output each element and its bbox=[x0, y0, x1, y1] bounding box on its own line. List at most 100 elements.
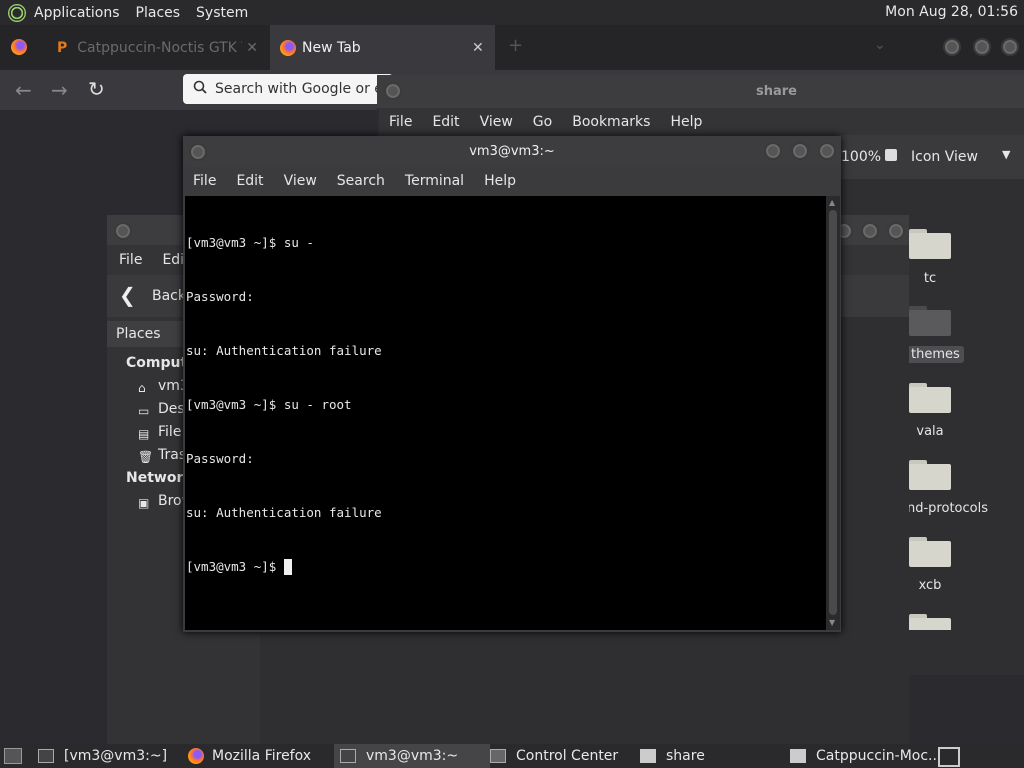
firefox-tab-icon bbox=[280, 39, 296, 56]
close-button[interactable] bbox=[1001, 38, 1019, 56]
task-label: vm3@vm3:~ bbox=[366, 748, 459, 764]
menu-search[interactable]: Search bbox=[327, 173, 395, 189]
task-catppuccin[interactable]: Catppuccin-Moc... bbox=[790, 744, 941, 768]
desktop-icon: ▭ bbox=[138, 404, 150, 418]
system-menu[interactable]: System bbox=[188, 5, 256, 21]
tab-label: Catppuccin-Noctis GTK Th bbox=[77, 39, 243, 56]
close-button[interactable] bbox=[818, 142, 836, 160]
firefox-icon[interactable] bbox=[11, 39, 27, 55]
menu-edit[interactable]: Edit bbox=[422, 114, 469, 130]
tab-new-tab[interactable]: New Tab ✕ bbox=[270, 25, 495, 70]
task-share[interactable]: share bbox=[640, 744, 705, 768]
terminal-line: [vm3@vm3 ~]$ su - root bbox=[186, 397, 352, 412]
menu-file[interactable]: File bbox=[183, 173, 226, 189]
folder-label-xcb[interactable]: xcb bbox=[909, 578, 951, 593]
task-terminal-active[interactable]: vm3@vm3:~ bbox=[334, 744, 490, 768]
applications-menu[interactable]: Applications bbox=[26, 5, 128, 21]
sidebar-item-trash[interactable]: Tras bbox=[158, 447, 186, 463]
maximize-button[interactable] bbox=[861, 222, 879, 240]
network-icon: ▣ bbox=[138, 496, 150, 510]
top-panel: Applications Places System Mon Aug 28, 0… bbox=[0, 0, 1024, 25]
scroll-down-icon[interactable]: ▼ bbox=[829, 618, 835, 627]
task-label: [vm3@vm3:~] bbox=[64, 748, 168, 764]
share-titlebar[interactable]: share bbox=[377, 75, 1024, 108]
reload-icon[interactable]: ↻ bbox=[88, 77, 105, 101]
folder-label-vala[interactable]: vala bbox=[909, 424, 951, 439]
sidebar-item-filesystem[interactable]: File bbox=[158, 424, 181, 440]
view-mode-select[interactable]: Icon View bbox=[911, 149, 978, 165]
minimize-button[interactable] bbox=[943, 38, 961, 56]
close-button[interactable] bbox=[887, 222, 905, 240]
places-menu[interactable]: Places bbox=[128, 5, 189, 21]
back-button[interactable]: Back bbox=[152, 288, 186, 304]
folder-icon[interactable] bbox=[909, 535, 951, 567]
folder-icon[interactable] bbox=[909, 381, 951, 413]
terminal-line: su: Authentication failure bbox=[186, 343, 382, 358]
list-tabs-icon[interactable]: ⌄ bbox=[874, 37, 886, 53]
task-terminal-1[interactable]: [vm3@vm3:~] bbox=[38, 744, 167, 768]
menu-help[interactable]: Help bbox=[660, 114, 712, 130]
terminal-scrollbar[interactable]: ▲ ▼ bbox=[826, 196, 840, 630]
task-label: Control Center bbox=[516, 748, 619, 764]
places-label: Places bbox=[116, 326, 161, 342]
task-firefox[interactable]: Mozilla Firefox bbox=[188, 744, 311, 768]
close-tab-icon[interactable]: ✕ bbox=[246, 40, 258, 56]
url-placeholder: Search with Google or ent bbox=[215, 81, 393, 97]
maximize-button[interactable] bbox=[973, 38, 991, 56]
url-bar[interactable]: Search with Google or ent bbox=[183, 74, 393, 104]
forward-icon[interactable]: → bbox=[51, 78, 68, 102]
menu-bookmarks[interactable]: Bookmarks bbox=[562, 114, 660, 130]
folder-icon bbox=[640, 749, 656, 763]
folder-icon[interactable] bbox=[909, 227, 951, 259]
filesystem-icon: ▤ bbox=[138, 427, 150, 441]
mate-logo-icon[interactable] bbox=[8, 3, 26, 22]
zoom-reset-icon[interactable] bbox=[885, 149, 897, 161]
terminal-cursor bbox=[283, 559, 292, 575]
terminal-icon bbox=[38, 749, 54, 763]
task-control-center[interactable]: Control Center bbox=[490, 744, 618, 768]
show-desktop-icon[interactable] bbox=[4, 748, 22, 764]
window-menu-button[interactable] bbox=[114, 222, 132, 240]
scrollbar-thumb[interactable] bbox=[829, 210, 837, 615]
terminal-line: [vm3@vm3 ~]$ su - bbox=[186, 235, 314, 250]
back-arrow-icon[interactable]: ❮ bbox=[119, 283, 136, 307]
terminal-line: Password: bbox=[186, 451, 254, 466]
tab-catppuccin[interactable]: P Catppuccin-Noctis GTK Th ✕ bbox=[45, 25, 270, 70]
menu-edit[interactable]: Edit bbox=[226, 173, 273, 189]
menu-view[interactable]: View bbox=[274, 173, 327, 189]
back-icon[interactable]: ← bbox=[15, 78, 32, 102]
sidebar-item-desktop[interactable]: Des bbox=[158, 401, 185, 417]
maximize-button[interactable] bbox=[791, 142, 809, 160]
share-menubar: File Edit View Go Bookmarks Help bbox=[379, 108, 1024, 135]
new-tab-icon[interactable]: + bbox=[508, 35, 523, 56]
menu-file[interactable]: File bbox=[109, 252, 152, 268]
close-tab-icon[interactable]: ✕ bbox=[472, 40, 484, 56]
folder-label-tc[interactable]: tc bbox=[909, 271, 951, 286]
task-label: Catppuccin-Moc... bbox=[816, 748, 942, 764]
window-menu-button[interactable] bbox=[384, 82, 402, 100]
folder-icon[interactable] bbox=[909, 458, 951, 490]
folder-icon[interactable] bbox=[909, 304, 951, 336]
folder-label-themes[interactable]: themes bbox=[909, 346, 964, 363]
firefox-tabbar: P Catppuccin-Noctis GTK Th ✕ New Tab ✕ +… bbox=[0, 25, 1024, 70]
workspace-switcher-icon[interactable] bbox=[938, 747, 960, 767]
scroll-up-icon[interactable]: ▲ bbox=[829, 198, 835, 207]
folder-icon[interactable] bbox=[909, 612, 951, 630]
terminal-titlebar[interactable]: vm3@vm3:~ bbox=[183, 136, 841, 167]
search-icon bbox=[193, 80, 207, 98]
trash-icon: 🗑 bbox=[138, 450, 154, 464]
menu-help[interactable]: Help bbox=[474, 173, 526, 189]
menu-file[interactable]: File bbox=[379, 114, 422, 130]
folder-label-protocols[interactable]: nd-protocols bbox=[909, 501, 988, 516]
menu-go[interactable]: Go bbox=[523, 114, 562, 130]
terminal-prompt-line: [vm3@vm3 ~]$ bbox=[186, 559, 284, 574]
terminal-icon bbox=[340, 749, 356, 763]
minimize-button[interactable] bbox=[764, 142, 782, 160]
chevron-down-icon[interactable]: ▼ bbox=[1002, 148, 1010, 161]
menu-view[interactable]: View bbox=[470, 114, 523, 130]
panel-clock[interactable]: Mon Aug 28, 01:56 bbox=[885, 4, 1018, 20]
window-title: vm3@vm3:~ bbox=[469, 144, 555, 159]
page-favicon-icon: P bbox=[57, 39, 68, 56]
menu-terminal[interactable]: Terminal bbox=[395, 173, 474, 189]
window-menu-button[interactable] bbox=[189, 143, 207, 161]
